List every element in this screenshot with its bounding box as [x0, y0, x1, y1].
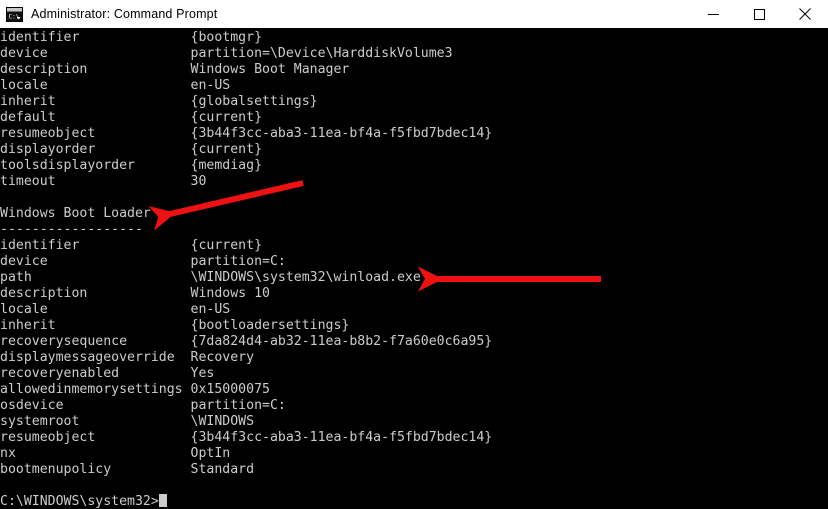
console-row-toolsdisplayorder: toolsdisplayorder {memdiag}	[0, 158, 263, 173]
console-row-device: device partition=C:	[0, 254, 286, 269]
console-row-identifier: identifier {current}	[0, 238, 263, 253]
close-button[interactable]	[782, 0, 828, 28]
minimize-icon	[707, 13, 719, 15]
console-section-heading: Windows Boot Loader	[0, 206, 151, 221]
maximize-button[interactable]	[736, 0, 782, 28]
console-row-path: path \WINDOWS\system32\winload.exe	[0, 270, 421, 285]
console-row-description: description Windows 10	[0, 286, 270, 301]
console-icon: C:\	[6, 6, 23, 22]
console-section-underline: ------------------	[0, 222, 143, 237]
console-output-area[interactable]: identifier {bootmgr} device partition=\De…	[0, 28, 828, 509]
console-row-description: description Windows Boot Manager	[0, 62, 350, 77]
console-row-identifier: identifier {bootmgr}	[0, 30, 263, 45]
title-bar-left: C:\ Administrator: Command Prompt	[0, 6, 690, 22]
console-prompt: C:\WINDOWS\system32>	[0, 494, 159, 509]
console-row-locale: locale en-US	[0, 78, 231, 93]
console-row-resumeobject: resumeobject {3b44f3cc-aba3-11ea-bf4a-f5…	[0, 430, 493, 445]
console-row-nx: nx OptIn	[0, 446, 231, 461]
minimize-button[interactable]	[690, 0, 736, 28]
window-title: Administrator: Command Prompt	[31, 7, 218, 21]
console-row-systemroot: systemroot \WINDOWS	[0, 414, 255, 429]
console-row-recoverysequence: recoverysequence {7da824d4-ab32-11ea-b8b…	[0, 334, 493, 349]
console-row-device: device partition=\Device\HarddiskVolume3	[0, 46, 453, 61]
maximize-icon	[753, 8, 765, 20]
text-cursor	[158, 494, 167, 507]
console-row-recoveryenabled: recoveryenabled Yes	[0, 366, 215, 381]
console-text: identifier {bootmgr} device partition=\De…	[0, 30, 828, 509]
console-row-displaymessageoverride: displaymessageoverride Recovery	[0, 350, 255, 365]
console-row-default: default {current}	[0, 110, 263, 125]
console-row-resumeobject: resumeobject {3b44f3cc-aba3-11ea-bf4a-f5…	[0, 126, 493, 141]
console-row-inherit: inherit {bootloadersettings}	[0, 318, 350, 333]
console-prompt-line: C:\WINDOWS\system32>	[0, 494, 828, 509]
console-row-allowedinmemorysettings: allowedinmemorysettings 0x15000075	[0, 382, 270, 397]
console-row-inherit: inherit {globalsettings}	[0, 94, 318, 109]
window-controls	[690, 0, 828, 28]
console-row-displayorder: displayorder {current}	[0, 142, 263, 157]
command-prompt-window: C:\ Administrator: Command Prompt identi…	[0, 0, 828, 509]
console-row-timeout: timeout 30	[0, 174, 207, 189]
title-bar[interactable]: C:\ Administrator: Command Prompt	[0, 0, 828, 28]
close-icon	[799, 8, 811, 20]
console-row-osdevice: osdevice partition=C:	[0, 398, 286, 413]
console-row-locale: locale en-US	[0, 302, 231, 317]
console-row-bootmenupolicy: bootmenupolicy Standard	[0, 462, 255, 477]
